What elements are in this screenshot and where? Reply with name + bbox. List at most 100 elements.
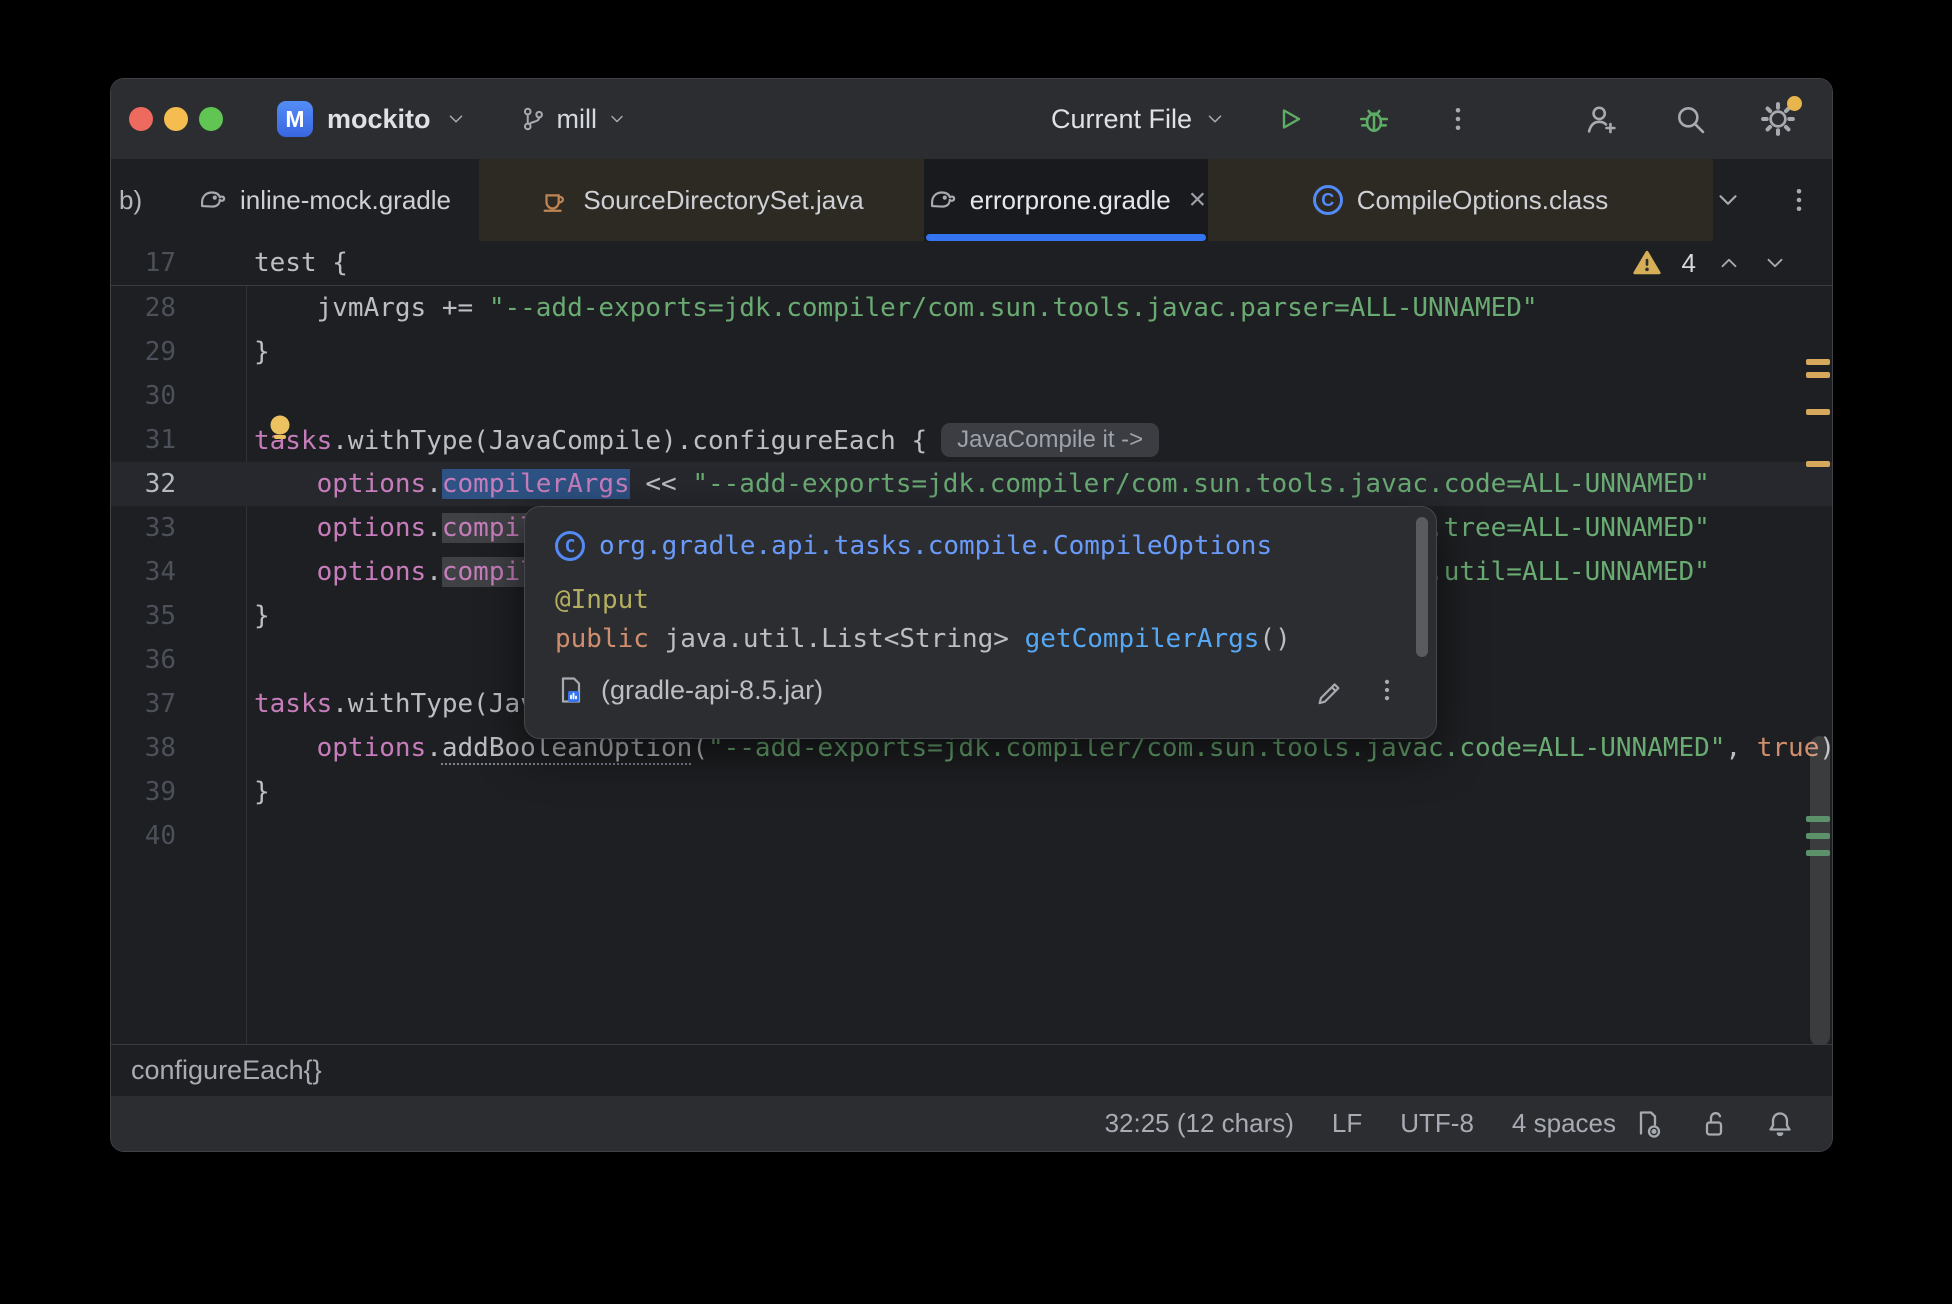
line-number[interactable]: 30	[111, 381, 254, 411]
library-jar-icon	[555, 674, 587, 706]
sticky-code-text: test {	[254, 248, 348, 278]
vcs-added-stripe-mark[interactable]	[1806, 850, 1830, 856]
tab-label: SourceDirectorySet.java	[583, 185, 863, 216]
sticky-context-line[interactable]: 17 test { 4	[111, 241, 1832, 286]
chevron-down-icon	[1204, 108, 1226, 130]
active-tab-indicator	[926, 234, 1206, 241]
code-line[interactable]: 40	[111, 814, 1832, 858]
unlocked-padlock-icon[interactable]	[1698, 1108, 1730, 1140]
popup-class-reference[interactable]: C org.gradle.api.tasks.compile.CompileOp…	[555, 531, 1406, 561]
inspections-widget[interactable]: 4	[1632, 248, 1832, 279]
file-settings-icon[interactable]	[1632, 1108, 1664, 1140]
chevron-down-icon	[445, 108, 467, 130]
tab-truncated[interactable]: b)	[111, 159, 168, 241]
line-number[interactable]: 40	[111, 821, 254, 851]
project-icon: M	[277, 101, 313, 137]
code-token	[254, 469, 317, 499]
encoding-widget[interactable]: UTF-8	[1400, 1108, 1474, 1139]
popup-kebab-menu-icon[interactable]	[1374, 677, 1400, 703]
line-number[interactable]: 35	[111, 601, 254, 631]
code-token: options	[317, 469, 427, 499]
git-branch-icon	[519, 105, 547, 133]
kebab-menu-icon	[1444, 105, 1472, 133]
chevron-down-icon	[607, 109, 627, 129]
line-number[interactable]: 33	[111, 513, 254, 543]
code-line[interactable]: 39}	[111, 770, 1832, 814]
popup-scrollbar-thumb[interactable]	[1416, 517, 1428, 657]
indent-widget[interactable]: 4 spaces	[1512, 1108, 1616, 1139]
code-token: jvmArgs +=	[254, 293, 489, 323]
code-with-me-button[interactable]	[1582, 99, 1622, 139]
quick-documentation-popup[interactable]: C org.gradle.api.tasks.compile.CompileOp…	[524, 506, 1437, 739]
code-token	[254, 557, 317, 587]
signature-method-name[interactable]: getCompilerArgs	[1025, 624, 1260, 654]
code-token: test {	[254, 248, 348, 278]
vcs-added-stripe-mark[interactable]	[1806, 833, 1830, 839]
code-token: "--add-exports=jdk.compiler/com.sun.tool…	[692, 469, 1709, 499]
editor-scrollbar-thumb[interactable]	[1810, 736, 1830, 1044]
code-token: "--add-exports=jdk.compiler/com.sun.tool…	[489, 293, 1538, 323]
project-selector[interactable]: M mockito	[277, 101, 467, 137]
edit-pencil-icon[interactable]	[1314, 675, 1344, 705]
code-line[interactable]: 28 jvmArgs += "--add-exports=jdk.compile…	[111, 286, 1832, 330]
class-qualified-name[interactable]: org.gradle.api.tasks.compile.CompileOpti…	[599, 531, 1272, 561]
breadcrumb-item[interactable]: configureEach{}	[131, 1055, 322, 1086]
line-separator-widget[interactable]: LF	[1332, 1108, 1362, 1139]
tab-options-kebab-icon[interactable]	[1785, 186, 1813, 214]
run-button[interactable]	[1270, 99, 1310, 139]
code-token: tasks	[254, 689, 332, 719]
signature-keyword: public	[555, 624, 665, 654]
more-actions-button[interactable]	[1438, 99, 1478, 139]
code-token: <<	[630, 469, 693, 499]
notifications-bell-icon[interactable]	[1764, 1108, 1796, 1140]
search-everywhere-button[interactable]	[1670, 99, 1710, 139]
branch-selector[interactable]: mill	[519, 104, 628, 135]
tab-compileoptions-class[interactable]: C CompileOptions.class	[1208, 159, 1713, 241]
warning-stripe-mark[interactable]	[1806, 409, 1830, 415]
code-line[interactable]: 29}	[111, 330, 1832, 374]
line-number[interactable]: 39	[111, 777, 254, 807]
code-token: }	[254, 337, 270, 367]
line-number[interactable]: 28	[111, 293, 254, 323]
popup-footer: (gradle-api-8.5.jar)	[555, 674, 1406, 706]
ide-window: M mockito mill Current File	[110, 78, 1833, 1152]
tab-errorprone-gradle-active[interactable]: errorprone.gradle ×	[924, 159, 1208, 241]
run-toolbar: Current File	[1051, 99, 1478, 139]
zoom-window-button[interactable]	[199, 107, 223, 131]
tab-bar-controls	[1713, 159, 1833, 241]
previous-warning-button[interactable]	[1716, 250, 1742, 276]
line-number[interactable]: 37	[111, 689, 254, 719]
line-number[interactable]: 36	[111, 645, 254, 675]
vcs-added-stripe-mark[interactable]	[1806, 816, 1830, 822]
gradle-elephant-icon	[926, 185, 956, 215]
code-line[interactable]: 30	[111, 374, 1832, 418]
line-number[interactable]: 31	[111, 425, 254, 455]
tab-sourcedirectoryset-java[interactable]: SourceDirectorySet.java	[479, 159, 924, 241]
gradle-elephant-icon	[196, 185, 226, 215]
code-token: options	[317, 513, 427, 543]
warning-stripe-mark[interactable]	[1806, 372, 1830, 378]
line-number[interactable]: 29	[111, 337, 254, 367]
minimize-window-button[interactable]	[164, 107, 188, 131]
warning-stripe-mark[interactable]	[1806, 461, 1830, 467]
line-number[interactable]: 38	[111, 733, 254, 763]
code-token	[254, 733, 317, 763]
warning-stripe-mark[interactable]	[1806, 359, 1830, 365]
tab-inline-mock-gradle[interactable]: inline-mock.gradle	[168, 159, 479, 241]
close-tab-button[interactable]: ×	[1189, 185, 1207, 215]
code-line[interactable]: 32 options.compilerArgs << "--add-export…	[111, 462, 1832, 506]
annotation-line: @Input	[555, 585, 1406, 615]
java-cup-icon	[539, 185, 569, 215]
code-line[interactable]: 31tasks.withType(JavaCompile).configureE…	[111, 418, 1832, 462]
settings-button[interactable]	[1758, 99, 1798, 139]
close-window-button[interactable]	[129, 107, 153, 131]
caret-position-widget[interactable]: 32:25 (12 chars)	[1105, 1108, 1294, 1139]
debug-button[interactable]	[1354, 99, 1394, 139]
line-number[interactable]: 34	[111, 557, 254, 587]
line-number[interactable]: 17	[111, 248, 254, 278]
show-hidden-tabs-button[interactable]	[1713, 185, 1743, 215]
intention-bulb-icon[interactable]	[264, 411, 296, 443]
next-warning-button[interactable]	[1762, 250, 1788, 276]
run-configuration-selector[interactable]: Current File	[1051, 104, 1226, 135]
line-number[interactable]: 32	[111, 469, 254, 499]
